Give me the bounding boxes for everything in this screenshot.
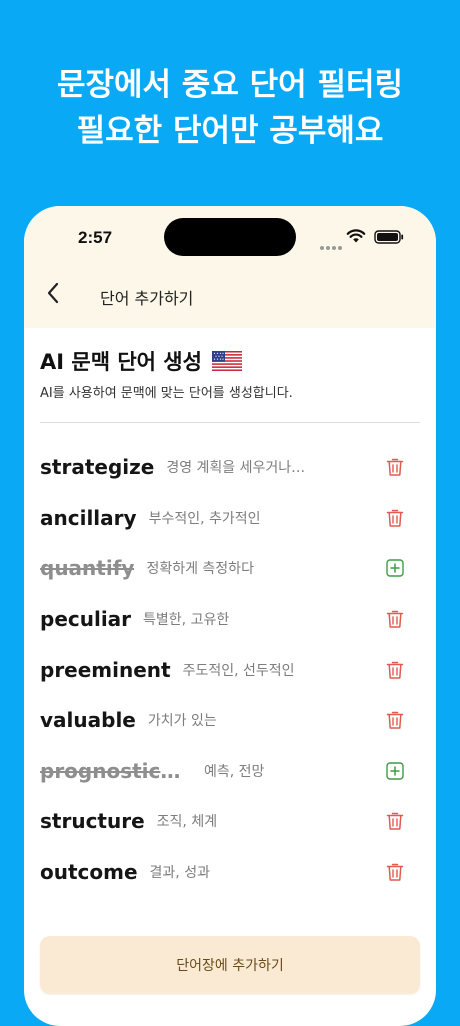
chevron-left-icon <box>47 282 59 304</box>
delete-word-button[interactable] <box>384 608 406 630</box>
word-meaning: 경영 계획을 세우거나… <box>166 460 306 477</box>
word-meaning: 예측, 전망 <box>204 763 265 780</box>
trash-icon <box>386 710 404 730</box>
word-list: strategize 경영 계획을 세우거나… ancillary 부수적인, 추가적… <box>24 442 436 897</box>
word-row: structure 조직, 체계 <box>24 796 436 847</box>
trash-icon <box>386 508 404 528</box>
word-row: preeminent 주도적인, 선두적인 <box>24 644 436 695</box>
word-text: peculiar <box>40 607 132 632</box>
promo-line-2: 필요한 단어만 공부해요 <box>76 113 384 149</box>
word-meaning: 조직, 체계 <box>156 814 218 831</box>
word-meaning: 가치가 있는 <box>147 713 217 730</box>
wifi-icon <box>346 229 366 243</box>
phone-screen: 2:57 단어 추가하기 AI 문맥 단어 생성 AI를 사용하여 문맥에 맞는… <box>24 206 436 1026</box>
back-button[interactable] <box>38 278 68 308</box>
promo-headline: 문장에서 중요 단어 필터링 필요한 단어만 공부해요 <box>0 62 460 154</box>
word-text: structure <box>40 809 145 834</box>
word-text: valuable <box>40 708 136 733</box>
us-flag-icon <box>211 351 242 371</box>
plus-square-icon <box>386 559 404 578</box>
page-subtitle: AI를 사용하여 문맥에 맞는 단어를 생성합니다. <box>40 386 293 401</box>
trash-icon <box>386 457 404 477</box>
add-word-button[interactable] <box>384 557 406 579</box>
promo-line-1: 문장에서 중요 단어 필터링 <box>56 67 404 103</box>
delete-word-button[interactable] <box>384 507 406 529</box>
delete-word-button[interactable] <box>384 861 406 883</box>
word-meaning: 정확하게 측정하다 <box>146 561 254 578</box>
status-time: 2:57 <box>78 228 113 247</box>
trash-icon <box>386 862 404 882</box>
word-row: valuable 가치가 있는 <box>24 695 436 746</box>
word-text: outcome <box>40 860 138 885</box>
add-to-wordbook-button[interactable]: 단어장에 추가하기 <box>40 936 420 994</box>
delete-word-button[interactable] <box>384 456 406 478</box>
trash-icon <box>386 609 404 629</box>
delete-word-button[interactable] <box>384 659 406 681</box>
word-text: quantify <box>40 556 135 581</box>
add-word-button[interactable] <box>384 760 406 782</box>
signal-dots-icon <box>320 235 344 254</box>
word-row: quantify 정확하게 측정하다 <box>24 543 436 594</box>
nav-title: 단어 추가하기 <box>100 289 194 308</box>
battery-icon <box>374 230 404 244</box>
trash-icon <box>386 660 404 680</box>
word-meaning: 특별한, 고유한 <box>143 612 230 629</box>
word-row: strategize 경영 계획을 세우거나… <box>24 442 436 493</box>
word-row: prognosticati… 예측, 전망 <box>24 746 436 797</box>
page-title: AI 문맥 단어 생성 <box>40 350 202 374</box>
word-text: ancillary <box>40 505 137 530</box>
word-text: preeminent <box>40 657 171 682</box>
dynamic-island <box>164 218 296 256</box>
section-heading: AI 문맥 단어 생성 <box>40 346 242 376</box>
word-meaning: 부수적인, 추가적인 <box>148 510 261 527</box>
word-row: ancillary 부수적인, 추가적인 <box>24 493 436 544</box>
delete-word-button[interactable] <box>384 810 406 832</box>
plus-square-icon <box>386 762 404 780</box>
word-text: strategize <box>40 455 155 480</box>
delete-word-button[interactable] <box>384 709 406 731</box>
divider <box>40 422 420 423</box>
word-row: peculiar 특별한, 고유한 <box>24 594 436 645</box>
word-meaning: 결과, 성과 <box>149 865 210 882</box>
word-row: outcome 결과, 성과 <box>24 847 436 898</box>
word-text: prognosticati… <box>40 758 192 783</box>
trash-icon <box>386 811 404 831</box>
word-meaning: 주도적인, 선두적인 <box>182 662 295 679</box>
